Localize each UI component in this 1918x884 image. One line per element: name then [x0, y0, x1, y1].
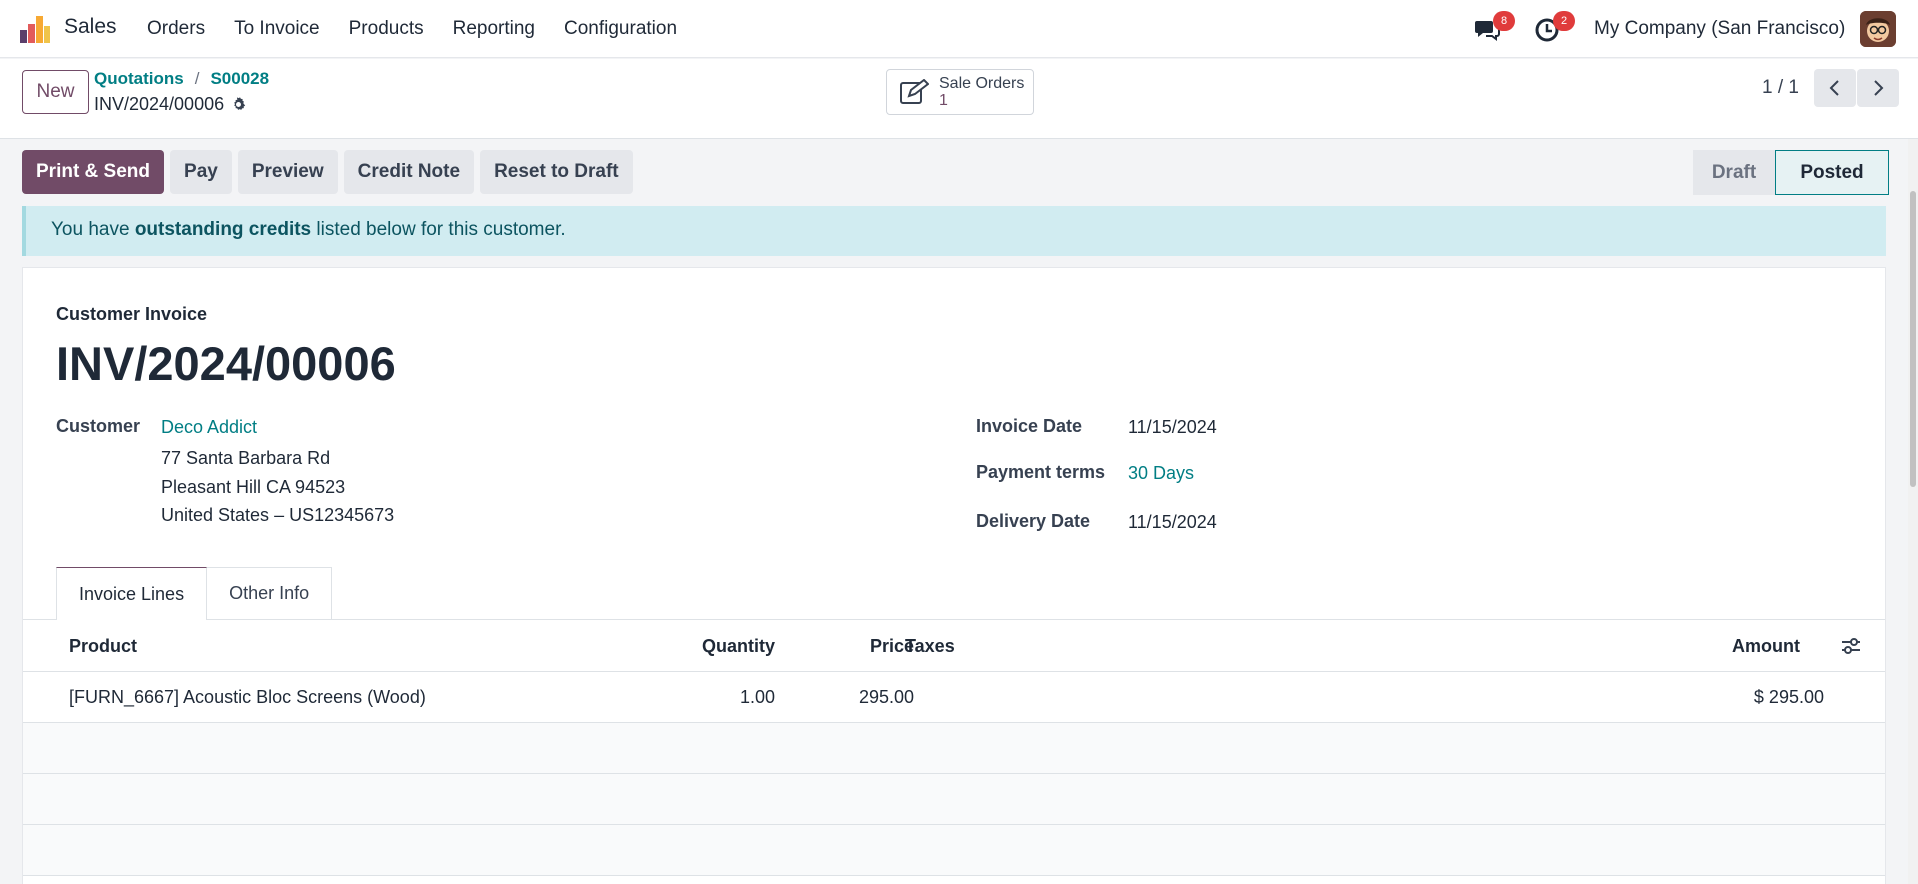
- edit-icon: [900, 79, 929, 104]
- messages-button[interactable]: 8: [1474, 11, 1515, 43]
- empty-row: [23, 723, 1885, 774]
- address-line-3: United States – US12345673: [161, 505, 395, 525]
- user-avatar[interactable]: [1860, 11, 1896, 47]
- line-product[interactable]: [FURN_6667] Acoustic Bloc Screens (Wood): [69, 687, 426, 708]
- empty-row: [23, 774, 1885, 825]
- menu-orders[interactable]: Orders: [147, 18, 205, 40]
- alert-text-prefix: You have: [51, 219, 135, 240]
- notebook-tabs: Invoice Lines Other Info: [56, 567, 333, 620]
- activities-button[interactable]: 2: [1534, 11, 1575, 43]
- invoice-number: INV/2024/00006: [56, 337, 396, 390]
- sale-orders-smart-button[interactable]: Sale Orders 1: [886, 69, 1034, 115]
- column-product[interactable]: Product: [69, 636, 137, 657]
- line-price: 295.00: [858, 687, 914, 707]
- activities-badge: 2: [1553, 11, 1575, 31]
- avatar-icon: [1860, 11, 1896, 47]
- table-row[interactable]: [FURN_6667] Acoustic Bloc Screens (Wood)…: [23, 672, 1885, 723]
- payment-terms-field[interactable]: 30 Days: [1128, 463, 1194, 484]
- tab-other-info[interactable]: Other Info: [207, 567, 333, 619]
- main-menu: Orders To Invoice Products Reporting Con…: [147, 18, 706, 40]
- pager-previous-button[interactable]: [1814, 69, 1856, 107]
- invoice-date-label: Invoice Date: [976, 416, 1083, 436]
- delivery-date-field[interactable]: 11/15/2024: [1128, 512, 1217, 533]
- record-name: INV/2024/00006: [94, 94, 247, 115]
- scrollbar-thumb[interactable]: [1910, 191, 1916, 487]
- menu-configuration[interactable]: Configuration: [564, 18, 677, 40]
- sales-app-icon[interactable]: [19, 13, 51, 45]
- control-panel: New Quotations / S00028 INV/2024/00006 Sal…: [0, 59, 1918, 139]
- table-header: Product Quantity Price Taxes Amount: [23, 619, 1885, 672]
- status-posted[interactable]: Posted: [1775, 150, 1889, 195]
- preview-button[interactable]: Preview: [237, 150, 338, 194]
- invoice-date-field[interactable]: 11/15/2024: [1128, 417, 1217, 438]
- pager-next-button[interactable]: [1857, 69, 1899, 107]
- column-quantity[interactable]: Quantity: [702, 636, 775, 657]
- address-line-2: Pleasant Hill CA 94523: [161, 477, 346, 497]
- page-scrollbar[interactable]: [1908, 139, 1918, 884]
- record-title: INV/2024/00006: [94, 94, 225, 114]
- new-button[interactable]: New: [22, 70, 89, 114]
- menu-products[interactable]: Products: [349, 18, 424, 40]
- breadcrumb-separator: /: [194, 69, 200, 88]
- pager-value[interactable]: 1 / 1: [1762, 77, 1799, 99]
- invoice-sheet: Customer Invoice INV/2024/00006 Customer…: [22, 267, 1886, 884]
- alert-text-suffix: listed below for this customer.: [311, 219, 566, 240]
- pay-button[interactable]: Pay: [170, 150, 232, 194]
- invoice-lines-table: Product Quantity Price Taxes Amount [FUR…: [23, 619, 1885, 876]
- credit-note-button[interactable]: Credit Note: [343, 150, 475, 194]
- smart-button-label: Sale Orders: [939, 75, 1025, 92]
- app-name[interactable]: Sales: [64, 15, 117, 39]
- tab-invoice-lines[interactable]: Invoice Lines: [56, 567, 208, 620]
- address-line-1: 77 Santa Barbara Rd: [161, 448, 331, 468]
- action-bar: Print & Send Pay Preview Credit Note Res…: [22, 150, 633, 194]
- status-draft[interactable]: Draft: [1693, 150, 1775, 195]
- column-taxes[interactable]: Taxes: [905, 636, 955, 657]
- menu-reporting[interactable]: Reporting: [453, 18, 535, 40]
- customer-name[interactable]: Deco Addict: [161, 417, 257, 438]
- reset-to-draft-button[interactable]: Reset to Draft: [480, 150, 633, 194]
- breadcrumb-quotations[interactable]: Quotations: [94, 69, 184, 88]
- gear-icon[interactable]: [230, 96, 247, 113]
- line-quantity: 1.00: [739, 687, 775, 707]
- line-amount: $ 295.00: [1753, 687, 1824, 707]
- delivery-date-label: Delivery Date: [976, 511, 1091, 531]
- menu-to-invoice[interactable]: To Invoice: [234, 18, 320, 40]
- breadcrumb: Quotations / S00028: [94, 69, 269, 89]
- messages-badge: 8: [1493, 11, 1515, 31]
- empty-row: [23, 825, 1885, 876]
- chevron-left-icon: [1829, 80, 1839, 96]
- status-bar: Draft Posted: [1693, 150, 1889, 195]
- print-send-button[interactable]: Print & Send: [22, 150, 165, 194]
- column-amount[interactable]: Amount: [1732, 636, 1800, 657]
- alert-text-bold: outstanding credits: [134, 219, 312, 240]
- outstanding-credits-alert: You have outstanding credits listed belo…: [22, 206, 1886, 256]
- top-navbar: Sales Orders To Invoice Products Reporti…: [0, 0, 1918, 58]
- payment-terms-label: Payment terms: [976, 462, 1106, 482]
- smart-button-count: 1: [939, 92, 948, 109]
- document-type: Customer Invoice: [56, 304, 208, 324]
- optional-columns-icon[interactable]: [1841, 637, 1861, 655]
- breadcrumb-sale-order[interactable]: S00028: [210, 69, 269, 88]
- customer-label: Customer: [56, 416, 141, 436]
- company-switcher[interactable]: My Company (San Francisco): [1594, 18, 1845, 40]
- chevron-right-icon: [1874, 80, 1884, 96]
